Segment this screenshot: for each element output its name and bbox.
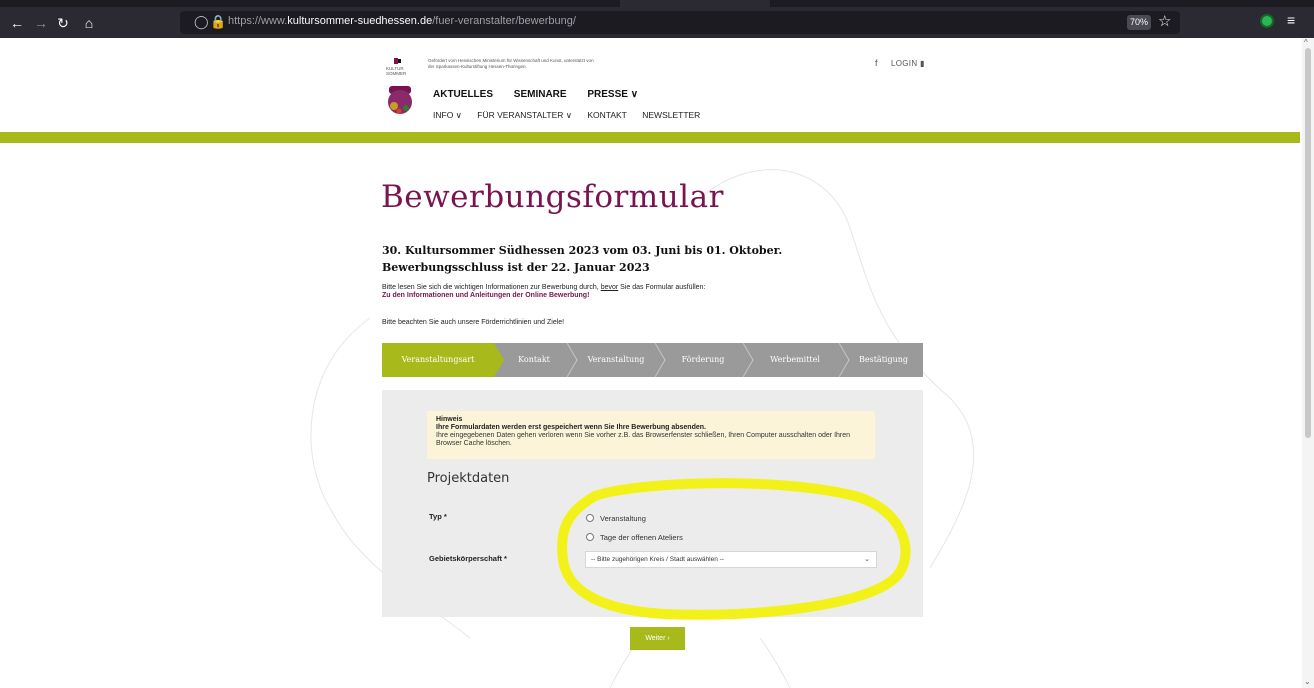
radio-label[interactable]: Veranstaltung [600,514,646,523]
gebiet-select[interactable]: -- Bitte zugehörigen Kreis / Stadt auswä… [585,551,877,568]
hamburger-menu-icon[interactable]: ≡ [1287,12,1295,28]
info-text: Bitte lesen Sie sich die wichtigen Infor… [382,283,705,292]
next-button[interactable]: Weiter › [630,627,685,650]
hint-bold: Ihre Formulardaten werden erst gespeiche… [436,424,706,431]
radio-circle[interactable] [586,514,594,522]
header-divider [0,132,1300,143]
support-text: Gefördert vom Hessischen Ministerium für… [428,58,594,69]
sub-nav: INFO ∨ FÜR VERANSTALTER ∨ KONTAKT NEWSLE… [433,110,713,121]
browser-chrome: ← → ↻ ⌂ ◯ 🔒 https://www.kultursommer-sue… [0,0,1314,38]
svg-text:SOMMER: SOMMER [386,71,407,76]
extension-icon[interactable] [1260,14,1274,28]
lock-icon[interactable]: 🔒 [210,14,226,30]
step-kontakt[interactable]: Kontakt [500,343,568,377]
lock-icon: ▮ [919,59,925,68]
section-title: Projektdaten [427,471,510,486]
login-link[interactable]: LOGIN ▮ [891,59,925,68]
step-bestaetigung[interactable]: Bestätigung [844,343,923,377]
shield-icon[interactable]: ◯ [194,14,209,30]
typ-label: Typ * [429,512,447,521]
guidelines-note: Bitte beachten Sie auch unsere Förderric… [382,319,565,326]
kultursommer-logo[interactable]: KULTUR SOMMER [385,56,415,126]
active-tab[interactable] [620,0,770,7]
info-underline: bevor [600,284,619,291]
page-viewport: KULTUR SOMMER Gefördert vom Hessischen M… [0,38,1314,688]
step-werbemittel[interactable]: Werbemittel [750,343,840,377]
forward-icon[interactable]: → [32,14,50,32]
subtitle-line-2: Bewerbungsschluss ist der 22. Januar 202… [382,261,650,274]
step-veranstaltungsart[interactable]: Veranstaltungsart [382,343,494,377]
select-value[interactable]: -- Bitte zugehörigen Kreis / Stadt auswä… [591,556,724,563]
nav-aktuelles[interactable]: AKTUELLES [433,89,493,100]
step-foerderung[interactable]: Förderung [662,343,744,377]
nav-fuer-veranstalter[interactable]: FÜR VERANSTALTER ∨ [477,110,572,120]
address-bar[interactable]: ◯ 🔒 https://www.kultursommer-suedhessen.… [180,11,1180,34]
nav-kontakt[interactable]: KONTAKT [587,110,627,120]
main-nav: AKTUELLES SEMINARE PRESSE ∨ [433,89,656,100]
scroll-down-icon[interactable]: ⌄ [1304,677,1311,686]
nav-seminare[interactable]: SEMINARE [514,89,567,100]
tab-strip [0,0,1314,7]
info-link[interactable]: Zu den Informationen und Anleitungen der… [382,292,589,299]
scrollbar-thumb[interactable] [1305,48,1311,438]
hint-box: Hinweis Ihre Formulardaten werden erst g… [427,411,875,459]
nav-newsletter[interactable]: NEWSLETTER [642,110,700,120]
home-icon[interactable]: ⌂ [80,14,98,32]
back-icon[interactable]: ← [8,14,26,32]
step-indicator: Veranstaltungsart Kontakt Veranstaltung … [382,343,923,377]
info-before: Bitte lesen Sie sich die wichtigen Infor… [382,284,599,291]
hint-title: Hinweis [436,416,463,423]
hint-text: Ihre eingegebenen Daten gehen verloren w… [436,432,851,447]
nav-presse[interactable]: PRESSE ∨ [587,89,638,100]
radio-circle[interactable] [586,533,594,541]
url-text[interactable]: https://www.kultursommer-suedhessen.de/f… [228,15,576,27]
gebiet-label: Gebietskörperschaft * [429,554,507,563]
info-after: Sie das Formular ausfüllen: [620,284,706,291]
zoom-badge[interactable]: 70% [1127,15,1151,30]
nav-info[interactable]: INFO ∨ [433,110,462,120]
reload-icon[interactable]: ↻ [54,14,72,32]
subtitle-line-1: 30. Kultursommer Südhessen 2023 vom 03. … [382,244,783,257]
chevron-down-icon[interactable]: ⌄ [864,555,870,563]
page-subtitle: 30. Kultursommer Südhessen 2023 vom 03. … [382,242,782,276]
browser-toolbar: ← → ↻ ⌂ ◯ 🔒 https://www.kultursommer-sue… [0,7,1314,38]
step-veranstaltung[interactable]: Veranstaltung [574,343,658,377]
scroll-up-icon[interactable]: ^ [1304,38,1308,47]
bookmark-star-icon[interactable]: ☆ [1158,12,1171,30]
page-scrollbar[interactable]: ^ ⌄ [1302,38,1314,688]
page-title: Bewerbungsformular [381,179,724,215]
facebook-icon[interactable]: f [875,58,878,68]
radio-label[interactable]: Tage der offenen Ateliers [600,533,683,542]
